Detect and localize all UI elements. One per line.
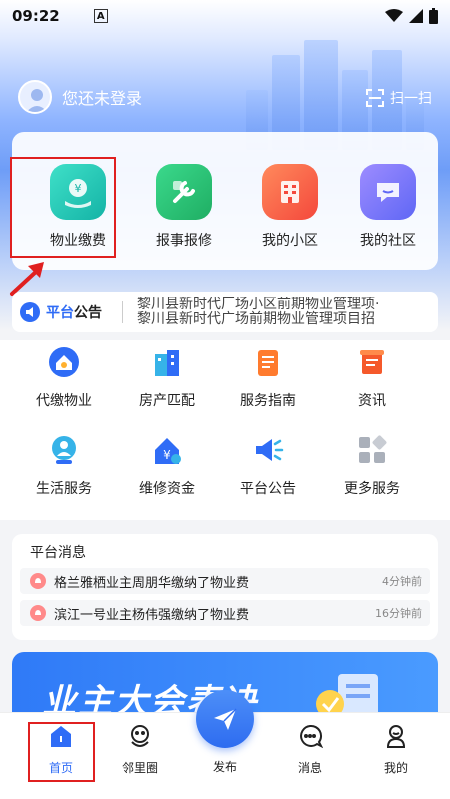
publish-label: 发布 — [212, 760, 237, 774]
profile-icon — [386, 725, 406, 748]
service-label: 维修资金 — [139, 481, 195, 497]
service-label: 平台公告 — [240, 481, 296, 497]
service-item[interactable]: ¥ 维修资金 — [117, 434, 217, 498]
svg-text:¥: ¥ — [163, 448, 171, 462]
avatar — [18, 80, 52, 114]
announcement-line-2: 黎川县新时代广场前期物业管理项目招 — [137, 311, 375, 327]
tab-neighborhood[interactable]: 邻里圈 — [110, 723, 170, 776]
quick-action-my-community[interactable]: 我的小区 — [250, 164, 330, 250]
message-row[interactable]: 格兰雅栖业主周朋华缴纳了物业费 4分钟前 — [20, 568, 430, 594]
login-text: 您还未登录 — [62, 89, 143, 108]
service-label: 生活服务 — [36, 481, 92, 497]
scan-button[interactable]: 扫一扫 — [366, 88, 432, 108]
house-yuan-icon: ¥ — [155, 438, 181, 464]
announcement-line-1: 黎川县新时代厂场小区前期物业管理项· — [137, 297, 380, 312]
service-label: 房产匹配 — [139, 393, 195, 409]
signal-icon — [409, 9, 423, 23]
service-label: 资讯 — [358, 393, 386, 409]
scan-icon — [366, 89, 384, 107]
notification-badge-icon: A — [93, 9, 108, 23]
bell-icon — [30, 605, 46, 621]
platform-messages-card: 平台消息 格兰雅栖业主周朋华缴纳了物业费 4分钟前 滨江一号业主杨伟强缴纳了物业… — [12, 534, 438, 640]
message-time: 16分钟前 — [375, 607, 422, 620]
speaker-icon — [20, 302, 40, 322]
service-item[interactable]: 更多服务 — [322, 434, 422, 498]
announcement-title: 平台公告 — [12, 302, 122, 322]
messages-title: 平台消息 — [30, 545, 86, 561]
neighborhood-icon — [131, 725, 149, 747]
paper-plane-icon — [214, 708, 237, 730]
buildings-icon — [155, 350, 179, 376]
service-item[interactable]: 房产匹配 — [117, 346, 217, 410]
service-item[interactable]: 生活服务 — [14, 434, 114, 498]
service-item[interactable]: 资讯 — [322, 346, 422, 410]
guide-book-icon — [258, 350, 278, 376]
announcement-title-part2: 公告 — [74, 305, 102, 321]
announcement-bar[interactable]: 平台公告 黎川县新时代厂场小区前期物业管理项· 黎川县新时代广场前期物业管理项目… — [12, 292, 438, 332]
quick-action-label: 我的社区 — [360, 233, 416, 249]
message-text: 滨江一号业主杨伟强缴纳了物业费 — [54, 607, 250, 623]
wifi-icon — [385, 9, 403, 22]
service-item[interactable]: 服务指南 — [218, 346, 318, 410]
highlight-box-property-fee — [10, 157, 116, 258]
default-avatar-icon — [26, 89, 48, 112]
message-icon — [300, 724, 324, 749]
chat-icon — [360, 164, 416, 220]
wrench-icon — [156, 164, 212, 220]
more-grid-icon — [359, 435, 387, 463]
tab-profile[interactable]: 我的 — [366, 723, 426, 776]
service-label: 服务指南 — [240, 393, 296, 409]
service-grid: 代缴物业 房产匹配 服务指南 资讯 生活服务 ¥ 维修资金 平台公告 更多服务 — [0, 340, 450, 520]
quick-action-label: 我的小区 — [262, 233, 318, 249]
status-time: 09:22 — [12, 7, 60, 25]
service-label: 代缴物业 — [36, 393, 92, 409]
announcement-text: 黎川县新时代厂场小区前期物业管理项· 黎川县新时代广场前期物业管理项目招 — [123, 297, 423, 327]
building-icon — [262, 164, 318, 220]
message-text: 格兰雅栖业主周朋华缴纳了物业费 — [54, 575, 250, 591]
announcement-title-part1: 平台 — [46, 305, 74, 321]
tab-messages[interactable]: 消息 — [280, 723, 340, 776]
service-label: 更多服务 — [344, 481, 400, 497]
tab-label: 我的 — [383, 761, 408, 775]
news-scroll-icon — [360, 350, 384, 374]
house-pay-icon — [49, 347, 79, 377]
quick-action-repair[interactable]: 报事报修 — [144, 164, 224, 250]
status-bar: 09:22 A — [0, 0, 450, 32]
bell-icon — [30, 573, 46, 589]
scan-label: 扫一扫 — [390, 91, 432, 107]
quick-action-label: 报事报修 — [156, 233, 212, 249]
quick-action-my-neighborhood[interactable]: 我的社区 — [348, 164, 428, 250]
service-item[interactable]: 平台公告 — [218, 434, 318, 498]
megaphone-icon — [256, 439, 284, 461]
publish-button[interactable] — [196, 690, 254, 748]
tab-label: 消息 — [297, 761, 322, 775]
tab-label: 邻里圈 — [121, 761, 158, 775]
message-row[interactable]: 滨江一号业主杨伟强缴纳了物业费 16分钟前 — [20, 600, 430, 626]
login-prompt[interactable]: 您还未登录 — [18, 80, 142, 114]
battery-icon — [429, 8, 438, 24]
highlight-box-home-tab — [28, 722, 95, 782]
message-time: 4分钟前 — [382, 575, 422, 588]
person-service-icon — [52, 436, 76, 464]
service-item[interactable]: 代缴物业 — [14, 346, 114, 410]
